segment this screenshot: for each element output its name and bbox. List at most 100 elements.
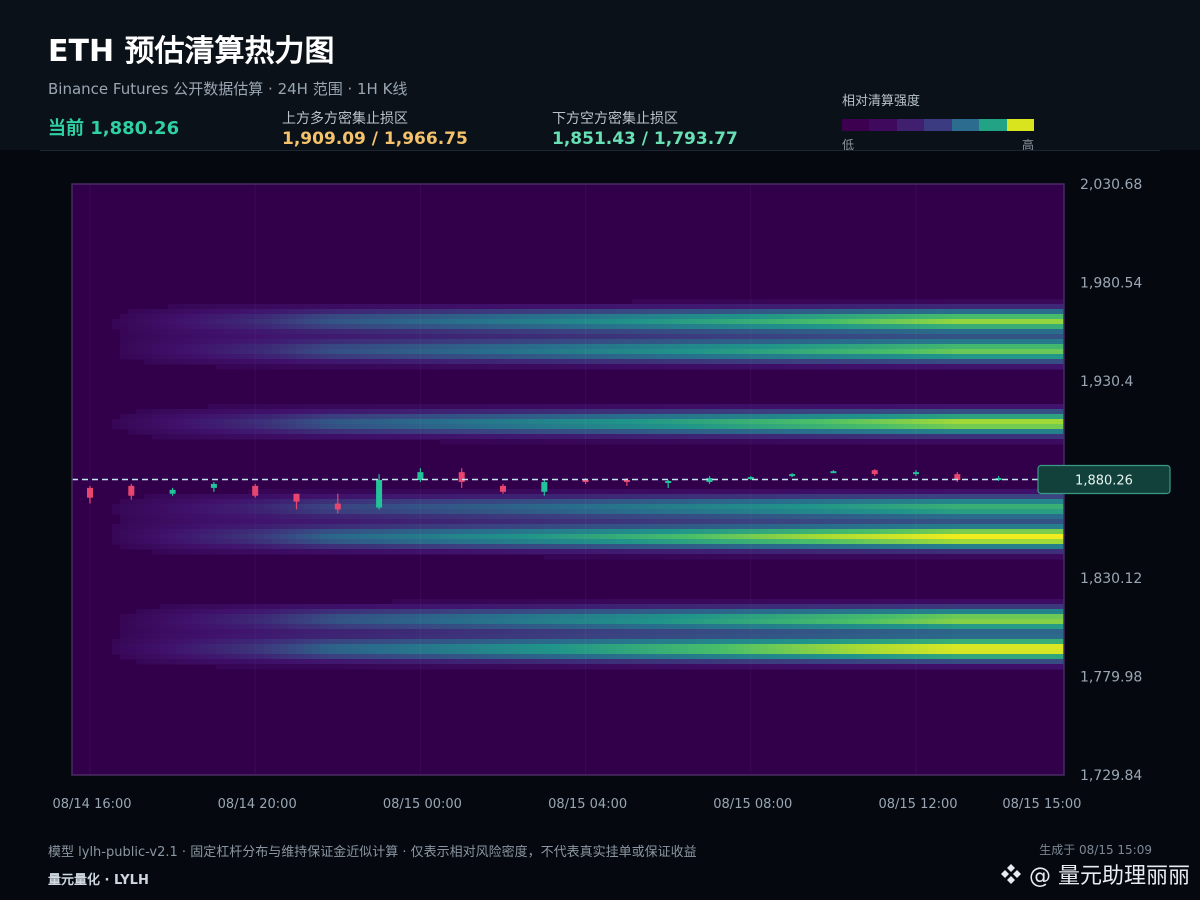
heatmap-cell xyxy=(208,639,217,645)
heatmap-cell xyxy=(256,544,265,550)
heatmap-cell xyxy=(656,599,665,605)
heatmap-cell xyxy=(600,364,609,370)
heatmap-cell xyxy=(440,614,449,620)
heatmap-cell xyxy=(328,314,337,320)
heatmap-cell xyxy=(208,429,217,435)
heatmap-cell xyxy=(848,304,857,310)
heatmap-cell xyxy=(360,549,369,555)
heatmap-cell xyxy=(504,329,513,335)
heatmap-cell xyxy=(728,639,737,645)
heatmap-cell xyxy=(704,629,713,635)
heatmap-cell xyxy=(120,504,129,510)
heatmap-cell xyxy=(232,654,241,660)
heatmap-cell xyxy=(368,609,377,615)
heatmap-cell xyxy=(680,654,689,660)
heatmap-cell xyxy=(480,429,489,435)
heatmap-cell xyxy=(160,624,169,630)
heatmap-cell xyxy=(472,619,481,625)
heatmap-cell xyxy=(888,429,897,435)
heatmap-cell xyxy=(664,639,673,645)
heatmap-cell xyxy=(304,544,313,550)
heatmap-cell xyxy=(424,519,433,525)
heatmap-cell xyxy=(528,354,537,360)
heatmap-cell xyxy=(872,324,881,330)
heatmap-cell xyxy=(712,529,721,535)
heatmap-cell xyxy=(280,329,289,335)
heatmap-cell xyxy=(600,314,609,320)
heatmap-cell xyxy=(512,494,521,500)
heatmap-cell xyxy=(424,654,433,660)
heatmap-cell xyxy=(232,644,241,650)
heatmap-cell xyxy=(216,644,225,650)
heatmap-cell xyxy=(840,329,849,335)
heatmap-cell xyxy=(368,359,377,365)
heatmap-cell xyxy=(656,554,665,560)
heatmap-cell xyxy=(344,409,353,415)
heatmap-cell xyxy=(632,609,641,615)
heatmap-cell xyxy=(664,314,673,320)
heatmap-cell xyxy=(712,404,721,410)
heatmap-cell xyxy=(952,309,961,315)
heatmap-cell xyxy=(120,329,129,335)
heatmap-cell xyxy=(920,664,929,670)
heatmap-cell xyxy=(832,344,841,350)
heatmap-cell xyxy=(400,354,409,360)
heatmap-cell xyxy=(176,544,185,550)
heatmap-cell xyxy=(472,634,481,640)
heatmap-cell xyxy=(280,514,289,520)
heatmap-cell xyxy=(784,514,793,520)
heatmap-cell xyxy=(536,429,545,435)
heatmap-cell xyxy=(272,624,281,630)
heatmap-cell xyxy=(544,539,553,545)
heatmap-cell xyxy=(408,664,417,670)
heatmap-cell xyxy=(176,344,185,350)
heatmap-cell xyxy=(776,499,785,505)
heatmap-cell xyxy=(184,349,193,355)
heatmap-cell xyxy=(600,319,609,325)
heatmap-cell xyxy=(408,329,417,335)
heatmap-cell xyxy=(944,644,953,650)
heatmap-cell xyxy=(296,509,305,515)
heatmap-cell xyxy=(560,519,569,525)
heatmap-cell xyxy=(408,534,417,540)
heatmap-cell xyxy=(384,404,393,410)
heatmap-cell xyxy=(496,329,505,335)
heatmap-cell xyxy=(824,424,833,430)
heatmap-cell xyxy=(120,514,129,520)
heatmap-cell xyxy=(656,329,665,335)
heatmap-cell xyxy=(304,434,313,440)
heatmap-cell xyxy=(952,329,961,335)
heatmap-cell xyxy=(672,504,681,510)
heatmap-cell xyxy=(184,324,193,330)
heatmap-cell xyxy=(728,529,737,535)
heatmap-cell xyxy=(120,419,129,425)
heatmap-cell xyxy=(880,624,889,630)
heatmap-cell xyxy=(712,524,721,530)
heatmap-cell xyxy=(768,534,777,540)
heatmap-cell xyxy=(568,639,577,645)
heatmap-cell xyxy=(616,544,625,550)
heatmap-cell xyxy=(776,424,785,430)
heatmap-cell xyxy=(328,319,337,325)
heatmap-cell xyxy=(688,334,697,340)
heatmap-cell xyxy=(552,614,561,620)
heatmap-cell xyxy=(288,649,297,655)
heatmap-cell xyxy=(520,599,529,605)
heatmap-cell xyxy=(832,599,841,605)
heatmap-cell xyxy=(760,509,769,515)
heatmap-cell xyxy=(888,529,897,535)
heatmap-cell xyxy=(896,549,905,555)
heatmap-cell xyxy=(344,304,353,310)
heatmap-cell xyxy=(624,554,633,560)
heatmap-cell xyxy=(296,419,305,425)
heatmap-cell xyxy=(856,619,865,625)
heatmap-cell xyxy=(616,494,625,500)
heatmap-cell xyxy=(320,519,329,525)
heatmap-cell xyxy=(776,539,785,545)
heatmap-cell xyxy=(296,304,305,310)
heatmap-cell xyxy=(280,404,289,410)
heatmap-cell xyxy=(520,609,529,615)
heatmap-cell xyxy=(352,409,361,415)
heatmap-cell xyxy=(656,534,665,540)
heatmap-cell xyxy=(176,519,185,525)
